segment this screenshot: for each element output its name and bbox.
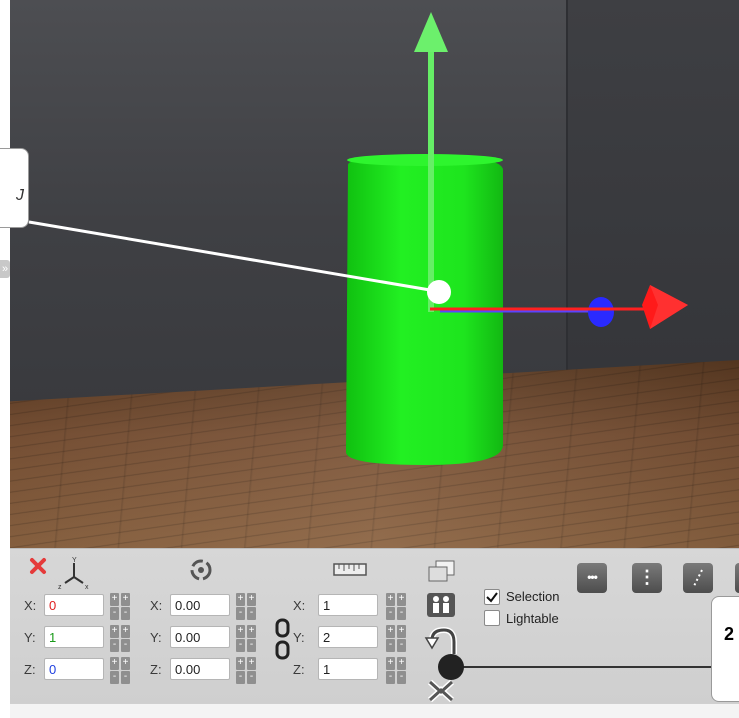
vertical-menu-button[interactable]: ⋮ — [632, 563, 662, 593]
lightable-checkbox[interactable] — [484, 610, 500, 626]
rot-x-input[interactable]: 0.00 — [170, 594, 230, 616]
pivot-handle[interactable] — [427, 280, 451, 304]
link-scale-icon[interactable] — [275, 618, 291, 660]
timeline-slider-track[interactable] — [450, 666, 712, 668]
position-axes-icon: Y z x — [58, 557, 89, 591]
scale-z-label: Z: — [293, 662, 305, 677]
scale-z-input[interactable]: 1 — [318, 658, 378, 680]
rot-x-stepper[interactable]: + + - - — [236, 593, 258, 623]
scale-x-stepper[interactable]: + + - - — [386, 593, 408, 623]
annotation-callout: J — [0, 148, 29, 228]
lightable-label: Lightable — [506, 611, 559, 626]
pos-x-input[interactable]: 0 — [44, 594, 104, 616]
scale-y-input[interactable]: 2 — [318, 626, 378, 648]
pos-x-label: X: — [24, 598, 37, 613]
rot-y-label: Y: — [150, 630, 162, 645]
svg-text:z: z — [58, 584, 62, 591]
pos-y-stepper[interactable]: + + - - — [110, 625, 132, 655]
rot-z-input[interactable]: 0.00 — [170, 658, 230, 680]
pos-y-input[interactable]: 1 — [44, 626, 104, 648]
status-strip — [10, 703, 739, 718]
svg-text:Y: Y — [72, 557, 77, 564]
rot-z-label: Z: — [150, 662, 162, 677]
checkmark-icon — [486, 592, 498, 603]
selection-label: Selection — [506, 589, 560, 604]
expand-panel-icon[interactable]: » — [0, 260, 10, 278]
rot-y-stepper[interactable]: + + - - — [236, 625, 258, 655]
dotted-slash-icon — [693, 569, 703, 587]
pos-x-stepper[interactable]: + + - - — [110, 593, 132, 623]
more-options-button[interactable]: ••• — [577, 563, 607, 593]
pos-z-input[interactable]: 0 — [44, 658, 104, 680]
pos-z-label: Z: — [24, 662, 36, 677]
svg-text:x: x — [85, 584, 89, 591]
slash-options-button[interactable] — [683, 563, 713, 593]
timeline-slider-handle[interactable] — [438, 654, 464, 680]
rot-x-label: X: — [150, 598, 163, 613]
scale-y-label: Y: — [293, 630, 305, 645]
persons-icon[interactable] — [426, 592, 456, 618]
overflow-button[interactable] — [735, 563, 739, 593]
pos-z-stepper[interactable]: + + - - — [110, 657, 132, 687]
scale-x-input[interactable]: 1 — [318, 594, 378, 616]
rotate-icon — [190, 559, 212, 581]
3d-viewport[interactable] — [10, 0, 739, 548]
close-icon[interactable] — [29, 557, 47, 575]
info-value: 2 — [724, 624, 735, 644]
selection-checkbox[interactable] — [484, 589, 500, 605]
scale-y-stepper[interactable]: + + - - — [386, 625, 408, 655]
pos-y-label: Y: — [24, 630, 36, 645]
rot-z-stepper[interactable]: + + - - — [236, 657, 258, 687]
callout-text: J — [16, 187, 24, 204]
duplicate-icon[interactable] — [427, 559, 457, 583]
scale-z-stepper[interactable]: + + - - — [386, 657, 408, 687]
scene-objects — [28, 12, 688, 465]
rot-y-input[interactable]: 0.00 — [170, 626, 230, 648]
ruler-icon — [333, 563, 367, 576]
scale-x-label: X: — [293, 598, 306, 613]
undo-arrow-icon[interactable] — [424, 626, 460, 656]
info-callout-box: 2 — [711, 596, 739, 702]
